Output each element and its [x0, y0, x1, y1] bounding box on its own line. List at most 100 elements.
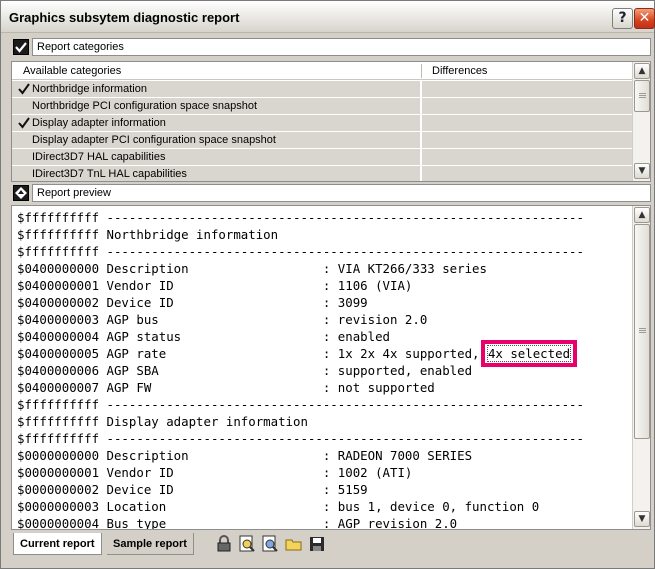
differences-cell — [422, 115, 632, 131]
tab-sample-report[interactable]: Sample report — [107, 533, 194, 555]
categories-rows: Northbridge information Northbridge PCI c… — [12, 81, 632, 181]
list-item[interactable]: Display adapter PCI configuration space … — [12, 132, 632, 149]
report-line-text: $0400000004 AGP status : enabled — [17, 329, 390, 344]
report-line: $0000000001 Vendor ID : 1002 (ATI) — [17, 464, 629, 481]
category-label: IDirect3D7 TnL HAL capabilities — [32, 168, 187, 180]
report-line-text: $0400000001 Vendor ID : 1106 (VIA) — [17, 278, 413, 293]
diagnostic-report-window: Graphics subsytem diagnostic report ? ✕ … — [0, 0, 655, 569]
category-label: Display adapter information — [32, 117, 166, 129]
scroll-up-button[interactable]: ▲ — [634, 63, 650, 79]
arrow-down-icon: ▼ — [638, 514, 646, 524]
categories-section-label: Report categories — [32, 38, 651, 56]
report-line: $0400000004 AGP status : enabled — [17, 328, 629, 345]
categories-scrollbar[interactable]: ▲ ▼ — [632, 62, 650, 181]
scroll-thumb[interactable] — [634, 80, 650, 112]
report-line: $0400000006 AGP SBA : supported, enabled — [17, 362, 629, 379]
preview-section-header: Report preview — [11, 184, 651, 203]
category-cell[interactable]: IDirect3D7 TnL HAL capabilities — [12, 166, 420, 181]
report-compare-icon[interactable] — [261, 535, 279, 553]
category-cell[interactable]: Northbridge information — [12, 81, 420, 97]
checkmark-icon[interactable] — [17, 82, 31, 96]
report-line-text: $0000000000 Description : RADEON 7000 SE… — [17, 448, 473, 463]
report-line: $0400000002 Device ID : 3099 — [17, 294, 629, 311]
report-line: $0400000007 AGP FW : not supported — [17, 379, 629, 396]
title-bar: Graphics subsytem diagnostic report ? ✕ — [1, 1, 655, 33]
category-cell[interactable]: IDirect3D7 HAL capabilities — [12, 149, 420, 165]
report-line-text: $ffffffffff ----------------------------… — [17, 244, 584, 259]
report-line: $0400000005 AGP rate : 1x 2x 4x supporte… — [17, 340, 629, 367]
categories-header-row: Available categories Differences — [12, 62, 632, 80]
report-line: $0000000002 Device ID : 5159 — [17, 481, 629, 498]
close-icon: ✕ — [638, 10, 651, 26]
differences-cell — [422, 149, 632, 165]
lock-icon[interactable] — [215, 535, 233, 553]
highlighted-value-text: 4x selected — [486, 345, 572, 362]
report-line-text: $0400000002 Device ID : 3099 — [17, 295, 368, 310]
report-line: $ffffffffff ----------------------------… — [17, 396, 629, 413]
scroll-thumb[interactable] — [634, 224, 650, 439]
report-line-text: $ffffffffff ----------------------------… — [17, 431, 584, 446]
open-folder-icon[interactable] — [285, 535, 303, 553]
report-find-icon[interactable] — [238, 535, 256, 553]
differences-cell — [422, 166, 632, 181]
report-line-text: $0400000003 AGP bus : revision 2.0 — [17, 312, 428, 327]
report-tab-bar: Current report Sample report — [11, 530, 651, 558]
differences-cell — [422, 81, 632, 97]
report-line-text: $ffffffffff ----------------------------… — [17, 210, 584, 225]
column-header-available[interactable]: Available categories — [23, 62, 121, 80]
highlighted-value: 4x selected — [480, 340, 578, 367]
save-disk-icon[interactable] — [308, 535, 326, 553]
list-item[interactable]: IDirect3D7 TnL HAL capabilities — [12, 166, 632, 181]
report-line: $ffffffffff Northbridge information — [17, 226, 629, 243]
report-line: $ffffffffff Display adapter information — [17, 413, 629, 430]
category-cell[interactable]: Display adapter information — [12, 115, 420, 131]
checkmark-icon[interactable] — [13, 39, 29, 55]
report-line: $ffffffffff ----------------------------… — [17, 209, 629, 226]
list-item[interactable]: IDirect3D7 HAL capabilities — [12, 149, 632, 166]
report-line-text: $0400000006 AGP SBA : supported, enabled — [17, 363, 473, 378]
scroll-down-button[interactable]: ▼ — [634, 511, 650, 527]
report-line-text: $0000000004 Bus type : AGP revision 2.0 — [17, 516, 458, 530]
report-preview-text: $ffffffffff ----------------------------… — [17, 209, 629, 530]
scroll-up-button[interactable]: ▲ — [634, 207, 650, 223]
category-label: Display adapter PCI configuration space … — [32, 134, 276, 146]
arrow-down-icon: ▼ — [638, 166, 646, 176]
report-line-text: $0000000003 Location : bus 1, device 0, … — [17, 499, 540, 514]
help-button[interactable]: ? — [612, 8, 633, 29]
report-line-text: $ffffffffff Northbridge information — [17, 227, 279, 242]
report-line: $0400000001 Vendor ID : 1106 (VIA) — [17, 277, 629, 294]
report-line: $0400000003 AGP bus : revision 2.0 — [17, 311, 629, 328]
differences-cell — [422, 132, 632, 148]
report-line: $0000000000 Description : RADEON 7000 SE… — [17, 447, 629, 464]
diamond-arrows-icon[interactable] — [13, 185, 29, 201]
tab-current-report[interactable]: Current report — [13, 533, 102, 555]
category-label: IDirect3D7 HAL capabilities — [32, 151, 166, 163]
report-line: $ffffffffff ----------------------------… — [17, 243, 629, 260]
report-preview-textarea[interactable]: $ffffffffff ----------------------------… — [11, 205, 651, 530]
preview-scrollbar[interactable]: ▲ ▼ — [632, 206, 650, 529]
report-line: $0000000003 Location : bus 1, device 0, … — [17, 498, 629, 515]
checkmark-icon[interactable] — [17, 116, 31, 130]
arrow-up-icon: ▲ — [638, 66, 646, 76]
differences-cell — [422, 98, 632, 114]
category-cell[interactable]: Display adapter PCI configuration space … — [12, 132, 420, 148]
column-header-differences[interactable]: Differences — [432, 62, 487, 80]
categories-listview[interactable]: Available categories Differences Northbr… — [11, 61, 651, 182]
report-line-text: $0000000002 Device ID : 5159 — [17, 482, 368, 497]
report-line-text: $0000000001 Vendor ID : 1002 (ATI) — [17, 465, 413, 480]
preview-section-label: Report preview — [32, 184, 651, 202]
help-icon: ? — [618, 10, 627, 26]
list-item[interactable]: Northbridge information — [12, 81, 632, 98]
report-line-text: $0400000007 AGP FW : not supported — [17, 380, 435, 395]
list-item[interactable]: Northbridge PCI configuration space snap… — [12, 98, 632, 115]
window-title: Graphics subsytem diagnostic report — [9, 10, 240, 25]
category-cell[interactable]: Northbridge PCI configuration space snap… — [12, 98, 420, 114]
scroll-down-button[interactable]: ▼ — [634, 163, 650, 179]
column-separator[interactable] — [421, 64, 422, 78]
report-line-text: $ffffffffff ----------------------------… — [17, 397, 584, 412]
list-item[interactable]: Display adapter information — [12, 115, 632, 132]
arrow-up-icon: ▲ — [638, 210, 646, 220]
close-button[interactable]: ✕ — [634, 8, 655, 29]
category-label: Northbridge information — [32, 83, 147, 95]
report-line-text: $0400000005 AGP rate : 1x 2x 4x supporte… — [17, 346, 487, 361]
